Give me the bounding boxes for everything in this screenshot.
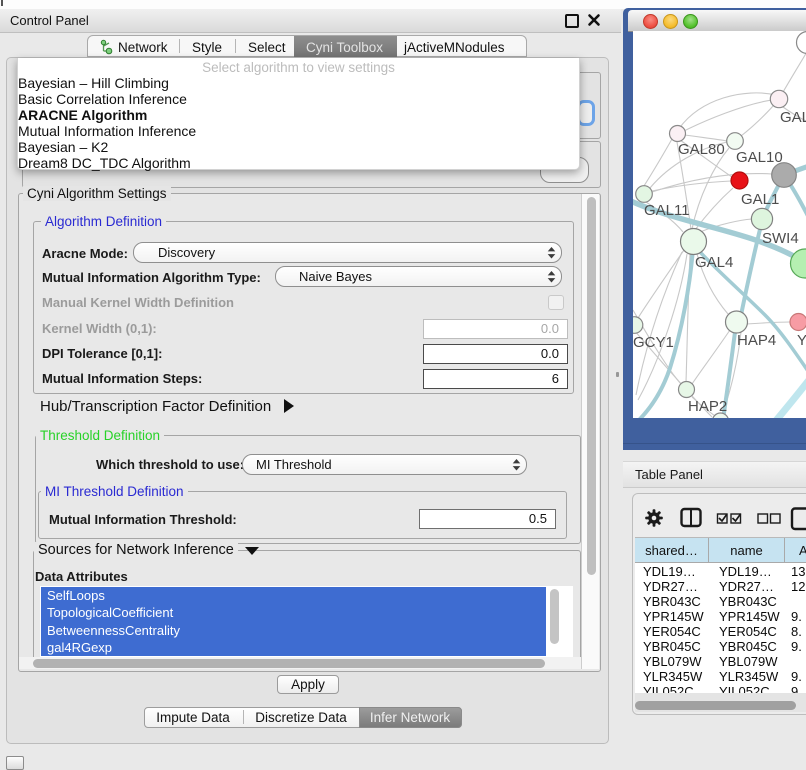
svg-text:GAL11: GAL11 bbox=[644, 202, 690, 219]
svg-text:GAL10: GAL10 bbox=[736, 149, 783, 166]
svg-text:GAL1: GAL1 bbox=[741, 191, 779, 208]
svg-text:HAP4: HAP4 bbox=[737, 332, 776, 349]
svg-text:GAL2: GAL2 bbox=[780, 109, 806, 126]
svg-text:SWI4: SWI4 bbox=[762, 230, 799, 247]
svg-text:GAL80: GAL80 bbox=[678, 141, 725, 158]
svg-text:GCY1: GCY1 bbox=[633, 334, 674, 351]
svg-text:HAP2: HAP2 bbox=[688, 398, 727, 415]
svg-text:Y: Y bbox=[797, 332, 806, 349]
svg-text:GAL4: GAL4 bbox=[695, 254, 733, 271]
